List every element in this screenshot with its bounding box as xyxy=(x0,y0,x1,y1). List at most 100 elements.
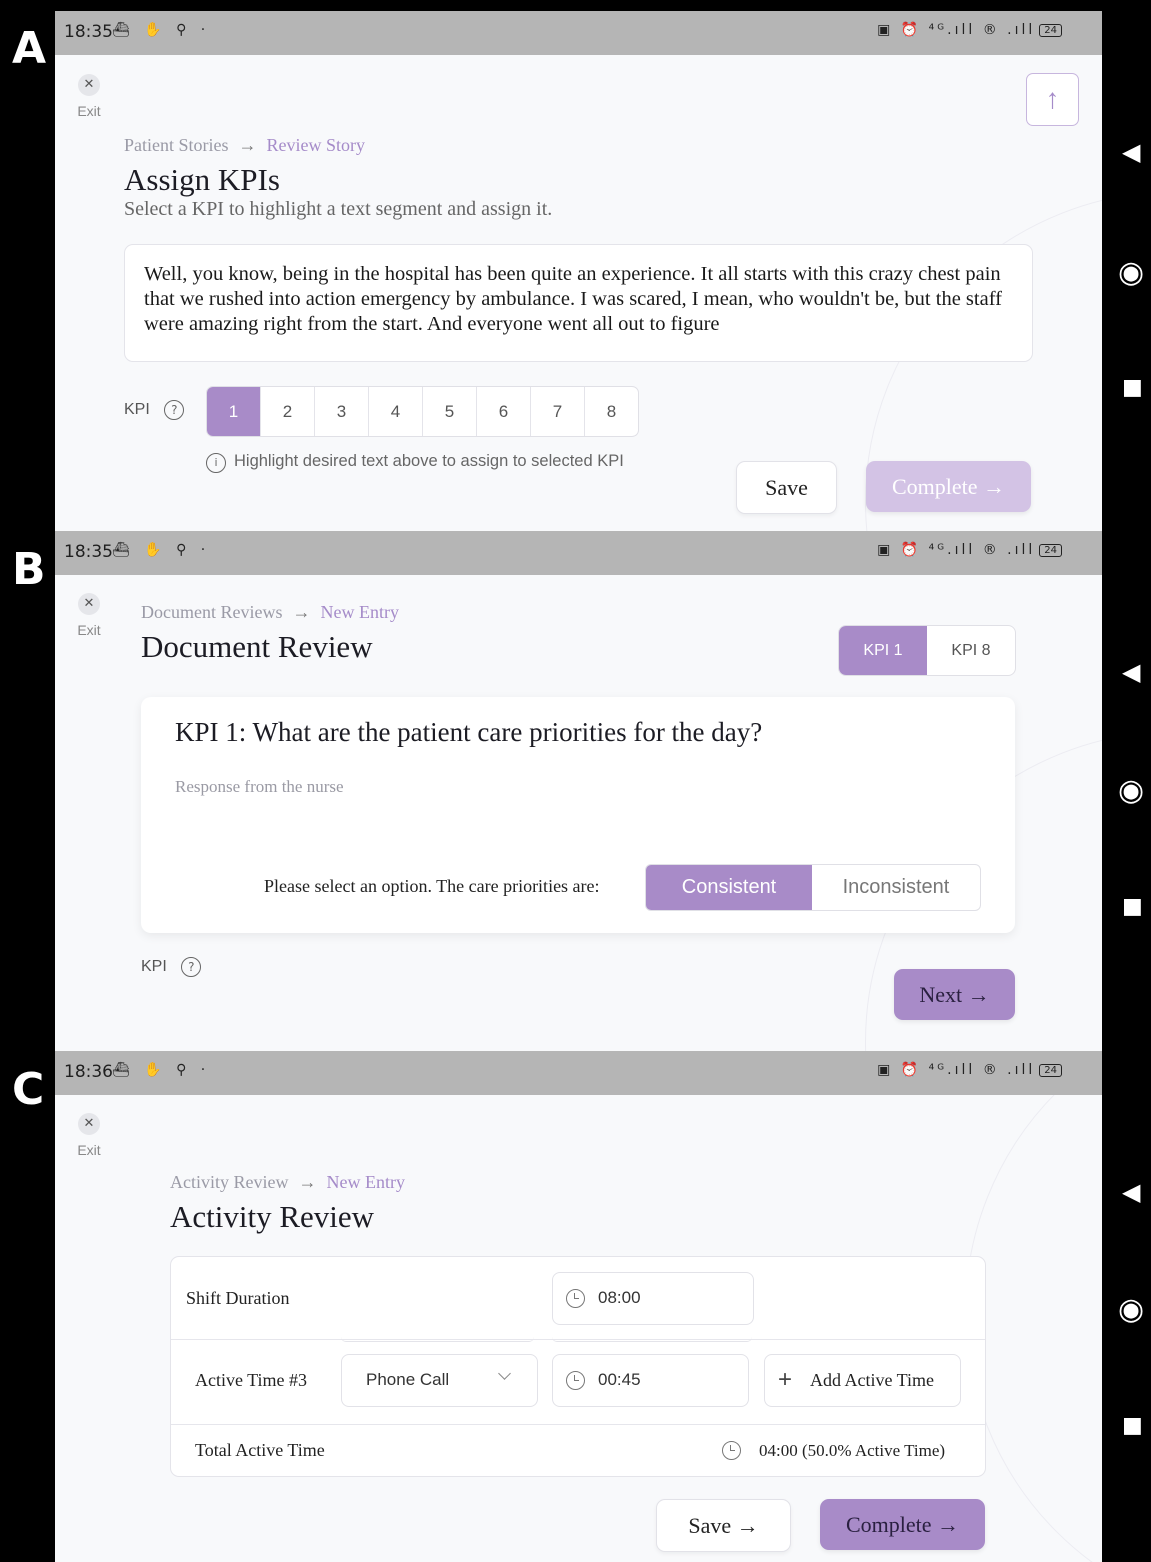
panel-label-c: C xyxy=(12,1064,45,1115)
breadcrumb-parent-link[interactable]: Document Reviews xyxy=(141,602,282,622)
response-input[interactable]: Response from the nurse xyxy=(175,777,344,797)
kpi-hint-text: Highlight desired text above to assign t… xyxy=(234,452,624,470)
battery-icon: 24 xyxy=(1039,24,1062,37)
save-button[interactable]: Save → xyxy=(656,1499,791,1552)
close-icon: ✕ xyxy=(78,593,100,615)
clock-icon xyxy=(722,1441,741,1460)
status-bar: 18:35 ⛴ ✋ ⚲ · ▣ ⏰ ⁴ᴳ.ıll ® .ıll 24 xyxy=(55,11,1102,55)
exit-button[interactable]: ✕ Exit xyxy=(75,74,103,119)
page-title: Document Review xyxy=(141,629,373,664)
kpi-option-8[interactable]: 8 xyxy=(585,387,638,436)
breadcrumb-current: New Entry xyxy=(326,1172,405,1192)
add-active-time-label: Add Active Time xyxy=(810,1370,935,1390)
breadcrumb-current: New Entry xyxy=(320,602,399,622)
shift-duration-label: Shift Duration xyxy=(186,1288,290,1308)
active-time-value: 00:45 xyxy=(598,1370,641,1389)
shift-duration-value: 08:00 xyxy=(598,1288,641,1307)
kpi-hint: i Highlight desired text above to assign … xyxy=(206,452,624,473)
breadcrumb-parent-link[interactable]: Activity Review xyxy=(170,1172,288,1192)
complete-button[interactable]: Complete → xyxy=(866,461,1031,512)
status-notification-icons: ⛴ ✋ ⚲ · xyxy=(112,1062,211,1078)
option-inconsistent[interactable]: Inconsistent xyxy=(812,865,980,910)
option-toggle: Consistent Inconsistent xyxy=(645,864,981,911)
arrow-right-icon: → xyxy=(983,474,1006,499)
active-time-field[interactable]: 00:45 xyxy=(552,1354,749,1407)
signal-icons: ▣ ⏰ ⁴ᴳ.ıll ® .ıll xyxy=(877,1062,1036,1078)
upload-button[interactable]: ↑ xyxy=(1026,73,1079,126)
complete-label: Complete xyxy=(845,1512,932,1537)
home-icon[interactable]: ◉ xyxy=(1118,1292,1144,1327)
tab-kpi-1[interactable]: KPI 1 xyxy=(839,626,927,675)
signal-icons: ▣ ⏰ ⁴ᴳ.ıll ® .ıll xyxy=(877,22,1036,38)
activity-type-select[interactable]: Phone Call xyxy=(341,1354,538,1407)
kpi-option-1[interactable]: 1 xyxy=(207,387,261,436)
exit-button[interactable]: ✕ Exit xyxy=(75,593,103,638)
breadcrumb-arrow-icon: → xyxy=(298,1172,317,1192)
status-notification-icons: ⛴ ✋ ⚲ · xyxy=(112,542,211,558)
status-system-icons: ▣ ⏰ ⁴ᴳ.ıll ® .ıll 24 xyxy=(877,542,1062,558)
option-consistent[interactable]: Consistent xyxy=(646,865,812,910)
complete-button[interactable]: Complete → xyxy=(820,1499,985,1550)
arrow-right-icon: → xyxy=(937,1512,960,1537)
close-icon: ✕ xyxy=(78,74,100,96)
status-time: 18:35 xyxy=(64,542,113,562)
clock-icon xyxy=(566,1289,585,1308)
kpi-option-3[interactable]: 3 xyxy=(315,387,369,436)
panel-label-a: A xyxy=(12,23,47,74)
add-active-time-button[interactable]: + Add Active Time xyxy=(764,1354,961,1407)
page-title: Activity Review xyxy=(170,1199,375,1234)
status-notification-icons: ⛴ ✋ ⚲ · xyxy=(112,22,211,38)
question-title: KPI 1: What are the patient care priorit… xyxy=(175,717,763,747)
battery-icon: 24 xyxy=(1039,544,1062,557)
save-button[interactable]: Save xyxy=(736,461,837,514)
back-icon[interactable]: ◀ xyxy=(1122,658,1140,686)
recent-apps-icon[interactable]: ■ xyxy=(1122,375,1143,400)
breadcrumb: Patient Stories → Review Story xyxy=(124,135,365,156)
back-icon[interactable]: ◀ xyxy=(1122,1178,1140,1206)
help-icon[interactable]: ? xyxy=(164,400,185,420)
shift-duration-field[interactable]: 08:00 xyxy=(552,1272,754,1325)
exit-label: Exit xyxy=(77,622,101,638)
help-icon[interactable]: ? xyxy=(181,957,202,977)
kpi-option-4[interactable]: 4 xyxy=(369,387,423,436)
page-subtitle: Select a KPI to highlight a text segment… xyxy=(124,198,553,220)
kpi-option-2[interactable]: 2 xyxy=(261,387,315,436)
screen-document-review: 18:35 ⛴ ✋ ⚲ · ▣ ⏰ ⁴ᴳ.ıll ® .ıll 24 ✕ Exit… xyxy=(55,531,1102,1051)
kpi-label: KPI xyxy=(124,401,150,418)
breadcrumb-parent-link[interactable]: Patient Stories xyxy=(124,135,229,155)
next-label: Next xyxy=(919,982,963,1007)
exit-button[interactable]: ✕ Exit xyxy=(75,1113,103,1158)
kpi-option-7[interactable]: 7 xyxy=(531,387,585,436)
close-icon: ✕ xyxy=(78,1113,100,1135)
home-icon[interactable]: ◉ xyxy=(1118,773,1144,808)
next-button[interactable]: Next → xyxy=(894,969,1015,1020)
kpi-label-group: KPI ? xyxy=(124,400,185,420)
android-nav-bar: ◀ ◉ ■ xyxy=(1102,11,1151,531)
clock-icon xyxy=(566,1371,585,1390)
android-nav-bar: ◀ ◉ ■ xyxy=(1102,531,1151,1051)
question-card: KPI 1: What are the patient care priorit… xyxy=(141,697,1015,933)
arrow-up-icon: ↑ xyxy=(1045,83,1060,114)
recent-apps-icon[interactable]: ■ xyxy=(1122,894,1143,919)
screen-activity-review: 18:36 ⛴ ✋ ⚲ · ▣ ⏰ ⁴ᴳ.ıll ® .ıll 24 ✕ Exit… xyxy=(55,1051,1102,1562)
breadcrumb-current: Review Story xyxy=(266,135,366,155)
kpi-option-5[interactable]: 5 xyxy=(423,387,477,436)
breadcrumb: Activity Review → New Entry xyxy=(170,1172,405,1193)
status-system-icons: ▣ ⏰ ⁴ᴳ.ıll ® .ıll 24 xyxy=(877,1062,1062,1078)
tab-kpi-8[interactable]: KPI 8 xyxy=(927,626,1015,675)
android-nav-bar: ◀ ◉ ■ xyxy=(1102,1051,1151,1562)
kpi-option-6[interactable]: 6 xyxy=(477,387,531,436)
recent-apps-icon[interactable]: ■ xyxy=(1122,1413,1143,1438)
status-bar: 18:36 ⛴ ✋ ⚲ · ▣ ⏰ ⁴ᴳ.ıll ® .ıll 24 xyxy=(55,1051,1102,1095)
story-text-box[interactable]: Well, you know, being in the hospital ha… xyxy=(124,244,1033,362)
story-text[interactable]: Well, you know, being in the hospital ha… xyxy=(144,262,1016,337)
back-icon[interactable]: ◀ xyxy=(1122,138,1140,166)
battery-icon: 24 xyxy=(1039,1064,1062,1077)
total-active-time-label: Total Active Time xyxy=(195,1440,325,1460)
home-icon[interactable]: ◉ xyxy=(1118,255,1144,290)
arrow-right-icon: → xyxy=(736,1513,759,1538)
arrow-right-icon: → xyxy=(967,982,990,1007)
total-active-time-value: 04:00 (50.0% Active Time) xyxy=(759,1441,946,1460)
kpi-selector: 1 2 3 4 5 6 7 8 xyxy=(206,386,639,437)
status-time: 18:35 xyxy=(64,22,113,42)
